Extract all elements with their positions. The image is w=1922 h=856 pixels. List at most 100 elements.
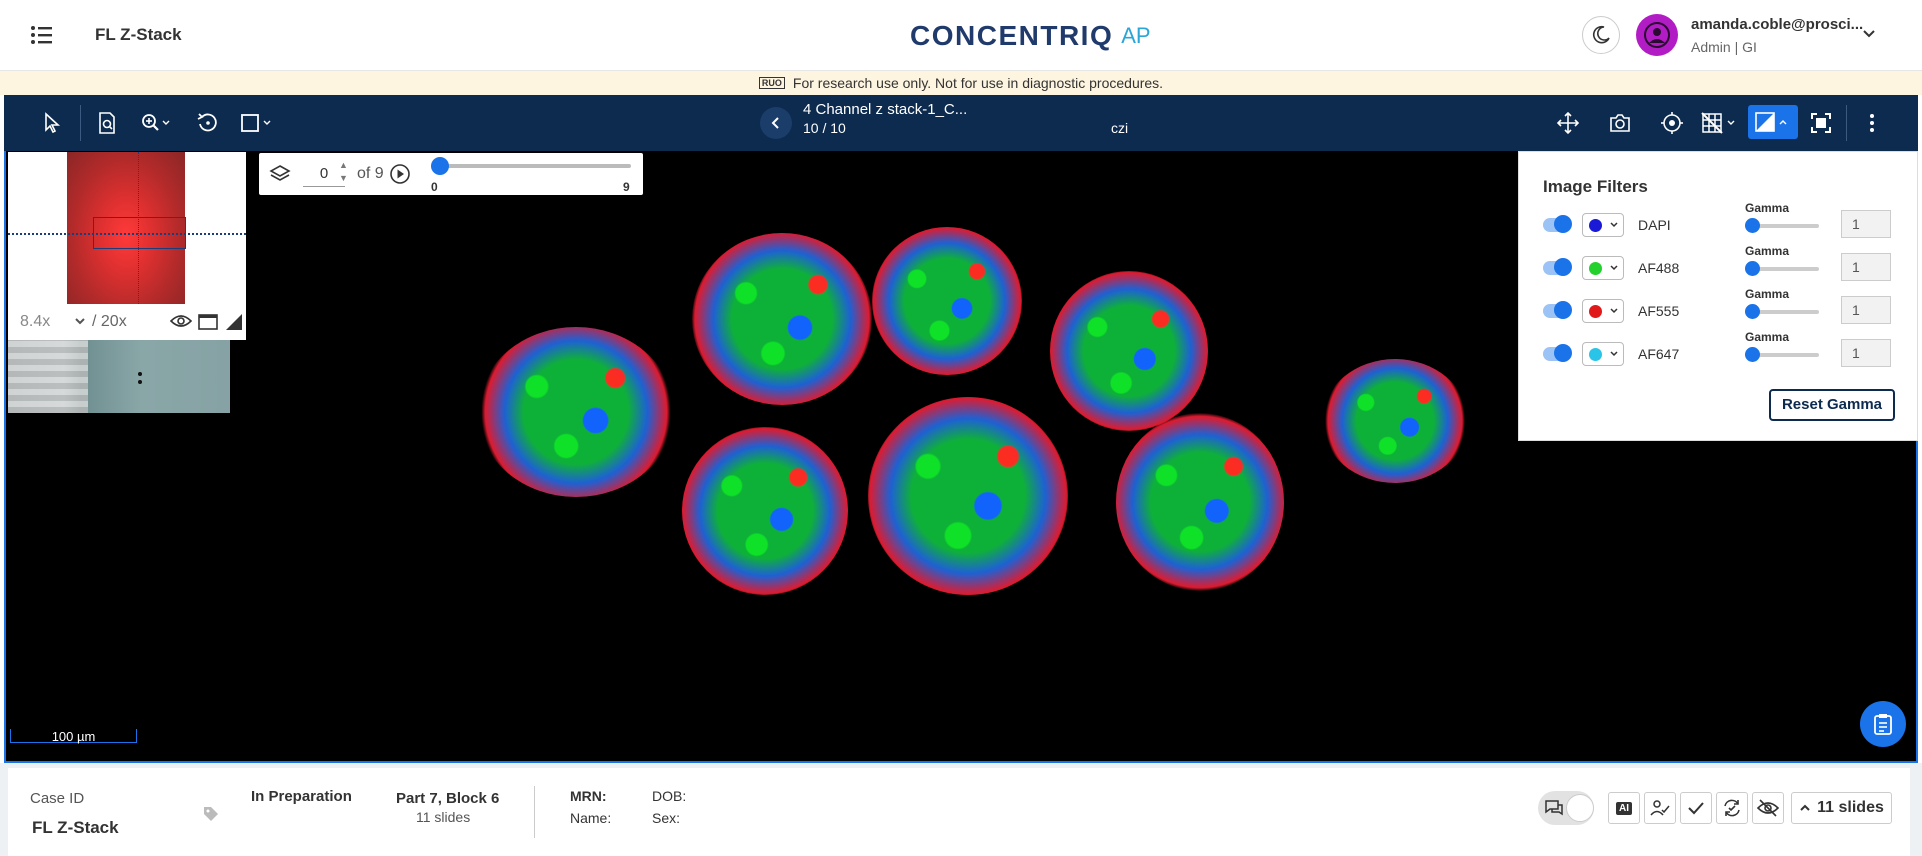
z-range-max: 9 (623, 180, 630, 194)
app-header: FL Z-Stack CONCENTRIQ AP amanda.coble@pr… (0, 0, 1922, 71)
channel-color-picker[interactable] (1582, 299, 1624, 323)
avatar[interactable] (1636, 14, 1678, 56)
image-filters-button[interactable] (1748, 105, 1798, 139)
case-status: In Preparation (251, 788, 352, 805)
z-level-slider-thumb[interactable] (431, 157, 449, 175)
brand-name: CONCENTRIQ (910, 20, 1114, 51)
ai-button[interactable]: AI (1608, 792, 1640, 824)
annotation-shape-icon[interactable] (240, 109, 274, 137)
mrn-label: MRN: (570, 788, 607, 804)
slides-drawer-button[interactable]: 11 slides (1791, 792, 1892, 824)
grid-off-icon[interactable] (1701, 109, 1739, 137)
toolbar-divider (80, 105, 81, 141)
slide-info-icon[interactable] (96, 109, 118, 137)
dob-label: DOB: (652, 788, 687, 804)
case-id: FL Z-Stack (32, 818, 119, 837)
overview-viewport-box[interactable] (93, 217, 186, 249)
z-level-slider[interactable] (431, 157, 631, 175)
gamma-slider[interactable] (1745, 304, 1819, 319)
fullscreen-icon[interactable] (1810, 109, 1832, 137)
reset-gamma-button[interactable]: Reset Gamma (1769, 389, 1895, 421)
gamma-input[interactable]: 1 (1841, 296, 1891, 324)
chevron-down-icon[interactable] (74, 314, 86, 332)
channel-color-picker[interactable] (1582, 342, 1624, 366)
image-filters-panel: Image Filters DAPI Gamma 1 AF488 Gamma 1… (1518, 151, 1918, 441)
tissue-cluster (868, 397, 1068, 595)
comments-icon (1545, 800, 1563, 816)
z-stack-control: 0 ▲ ▼ of 9 0 9 (259, 153, 643, 195)
layers-icon (269, 163, 291, 190)
notes-fab-button[interactable] (1860, 701, 1906, 747)
z-range-min: 0 (431, 180, 438, 194)
ruo-badge: RUO (758, 77, 785, 89)
toggle-knob (1566, 794, 1594, 822)
rotate-icon[interactable] (196, 109, 220, 137)
label-area (8, 340, 88, 413)
channel-name: AF555 (1638, 303, 1680, 319)
sync-check-icon (1724, 799, 1740, 817)
gamma-slider-thumb[interactable] (1745, 261, 1760, 276)
color-swatch (1589, 305, 1602, 318)
gamma-slider-thumb[interactable] (1745, 347, 1760, 362)
gamma-label: Gamma (1745, 201, 1790, 215)
snapshot-camera-icon[interactable] (1608, 109, 1632, 137)
chevron-down-icon[interactable] (1862, 26, 1876, 44)
ai-icon: AI (1616, 801, 1632, 815)
channel-visibility-toggle[interactable] (1543, 215, 1572, 233)
gamma-input[interactable]: 1 (1841, 339, 1891, 367)
tissue-cluster (1050, 271, 1208, 431)
color-swatch (1589, 262, 1602, 275)
part-slide-count: 11 slides (416, 809, 471, 825)
sync-button[interactable] (1716, 792, 1748, 824)
overview-footer: 8.4x / 20x (8, 304, 246, 340)
chevron-down-icon (1610, 265, 1618, 271)
channel-visibility-toggle[interactable] (1543, 301, 1572, 319)
tag-icon[interactable] (202, 805, 220, 828)
channel-color-picker[interactable] (1582, 213, 1624, 237)
gamma-input[interactable]: 1 (1841, 253, 1891, 281)
tissue-cluster (1116, 413, 1284, 591)
gamma-slider[interactable] (1745, 261, 1819, 276)
comments-toggle[interactable] (1538, 791, 1594, 825)
gamma-slider-thumb[interactable] (1745, 218, 1760, 233)
window-icon[interactable] (198, 314, 218, 335)
z-level-stepper[interactable]: ▲ ▼ (339, 159, 348, 185)
target-locate-icon[interactable] (1660, 109, 1684, 137)
gamma-slider-thumb[interactable] (1745, 304, 1760, 319)
pan-move-icon[interactable] (1556, 109, 1580, 137)
eye-icon[interactable] (169, 314, 193, 333)
pointer-icon[interactable] (42, 109, 62, 137)
hide-button[interactable] (1752, 792, 1784, 824)
channel-color-picker[interactable] (1582, 256, 1624, 280)
channel-visibility-toggle[interactable] (1543, 258, 1572, 276)
gamma-label: Gamma (1745, 330, 1790, 344)
clipboard-icon (1874, 714, 1892, 735)
color-swatch (1589, 348, 1602, 361)
toolbar-divider (1846, 105, 1847, 141)
dark-mode-toggle-button[interactable] (1582, 16, 1620, 54)
slide-label-thumbnail[interactable] (8, 340, 230, 413)
page-title: FL Z-Stack (95, 25, 182, 44)
zoom-level[interactable]: 8.4x (20, 313, 50, 331)
scale-bar-label: 100 µm (51, 729, 96, 744)
zoom-icon[interactable] (140, 109, 172, 137)
resize-corner-icon[interactable] (226, 314, 242, 335)
sign-out-case-button[interactable] (1644, 792, 1676, 824)
play-icon[interactable] (389, 163, 411, 190)
approve-button[interactable] (1680, 792, 1712, 824)
slide-overview-minimap[interactable]: 8.4x / 20x (8, 152, 246, 340)
viewer-toolbar: 4 Channel z stack-1_C... 10 / 10 czi (4, 95, 1918, 151)
channel-row-af647: AF647 Gamma 1 (1519, 330, 1919, 375)
signature-icon (1650, 800, 1670, 816)
more-vertical-icon[interactable] (1868, 109, 1876, 137)
sex-label: Sex: (652, 810, 681, 826)
label-mark (138, 372, 142, 376)
menu-list-icon[interactable] (30, 24, 56, 46)
gamma-slider[interactable] (1745, 347, 1819, 362)
gamma-slider[interactable] (1745, 218, 1819, 233)
gamma-input[interactable]: 1 (1841, 210, 1891, 238)
previous-slide-button[interactable] (760, 107, 792, 139)
channel-row-af555: AF555 Gamma 1 (1519, 287, 1919, 332)
eye-off-icon (1757, 799, 1779, 817)
channel-visibility-toggle[interactable] (1543, 344, 1572, 362)
